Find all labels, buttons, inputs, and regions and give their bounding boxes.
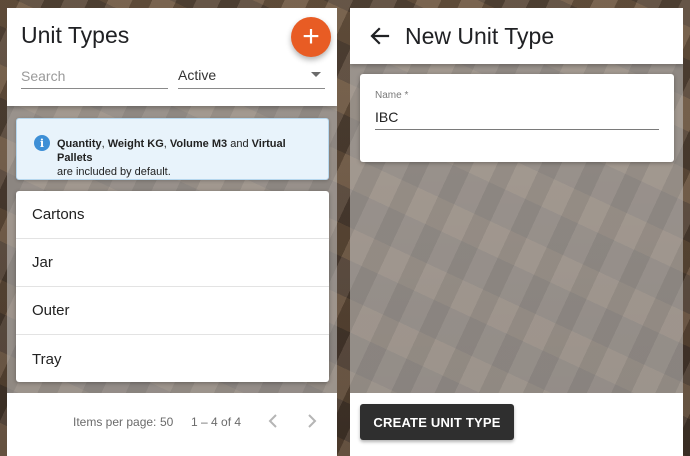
info-sep: and: [227, 138, 252, 150]
list-item[interactable]: Jar: [16, 239, 329, 287]
info-icon: i: [34, 135, 50, 151]
back-button[interactable]: [366, 22, 394, 50]
info-quantity: Quantity: [57, 138, 102, 150]
dropdown-caret-icon: [311, 72, 321, 77]
status-filter-select[interactable]: Active: [178, 65, 325, 89]
page-range-label: 1 – 4 of 4: [191, 415, 242, 429]
default-units-info-banner: i Quantity, Weight KG, Volume M3 and Vir…: [16, 118, 329, 180]
info-tail: are included by default.: [57, 166, 171, 178]
search-input[interactable]: [21, 65, 168, 87]
unit-types-list: Cartons Jar Outer Tray: [16, 191, 329, 382]
name-field-label: Name *: [375, 90, 409, 101]
list-item[interactable]: Cartons: [16, 191, 329, 239]
form-footer: CREATE UNIT TYPE: [350, 393, 683, 456]
create-unit-type-button[interactable]: CREATE UNIT TYPE: [360, 404, 514, 440]
page-size-select[interactable]: 50: [160, 415, 173, 429]
plus-icon: +: [302, 20, 320, 53]
list-item[interactable]: Tray: [16, 335, 329, 382]
info-volume: Volume M3: [169, 138, 228, 150]
info-weight: Weight KG: [107, 138, 164, 150]
unit-types-panel: Unit Types + Active i Quantity, Weight K…: [7, 8, 337, 456]
search-field[interactable]: [21, 65, 168, 89]
name-input[interactable]: [375, 106, 659, 128]
chevron-left-icon: [268, 414, 277, 428]
unit-types-header: Unit Types + Active: [7, 8, 337, 106]
paginator: Items per page: 50 1 – 4 of 4: [7, 393, 337, 456]
info-text: Quantity, Weight KG, Volume M3 and Virtu…: [57, 137, 323, 179]
name-field[interactable]: [375, 106, 659, 130]
list-item[interactable]: Outer: [16, 287, 329, 335]
unit-type-form: Name *: [360, 74, 674, 162]
items-per-page-label: Items per page:: [73, 415, 157, 429]
chevron-right-icon: [308, 414, 317, 428]
status-filter-value: Active: [178, 67, 217, 83]
next-page-button[interactable]: [300, 409, 324, 433]
new-unit-type-panel: New Unit Type Name * CREATE UNIT TYPE: [350, 8, 683, 456]
previous-page-button[interactable]: [261, 409, 285, 433]
new-unit-type-header: New Unit Type: [350, 8, 683, 64]
add-unit-type-button[interactable]: +: [291, 17, 331, 57]
form-title: New Unit Type: [405, 23, 555, 49]
arrow-left-icon: [370, 27, 390, 45]
page-title: Unit Types: [21, 22, 130, 48]
